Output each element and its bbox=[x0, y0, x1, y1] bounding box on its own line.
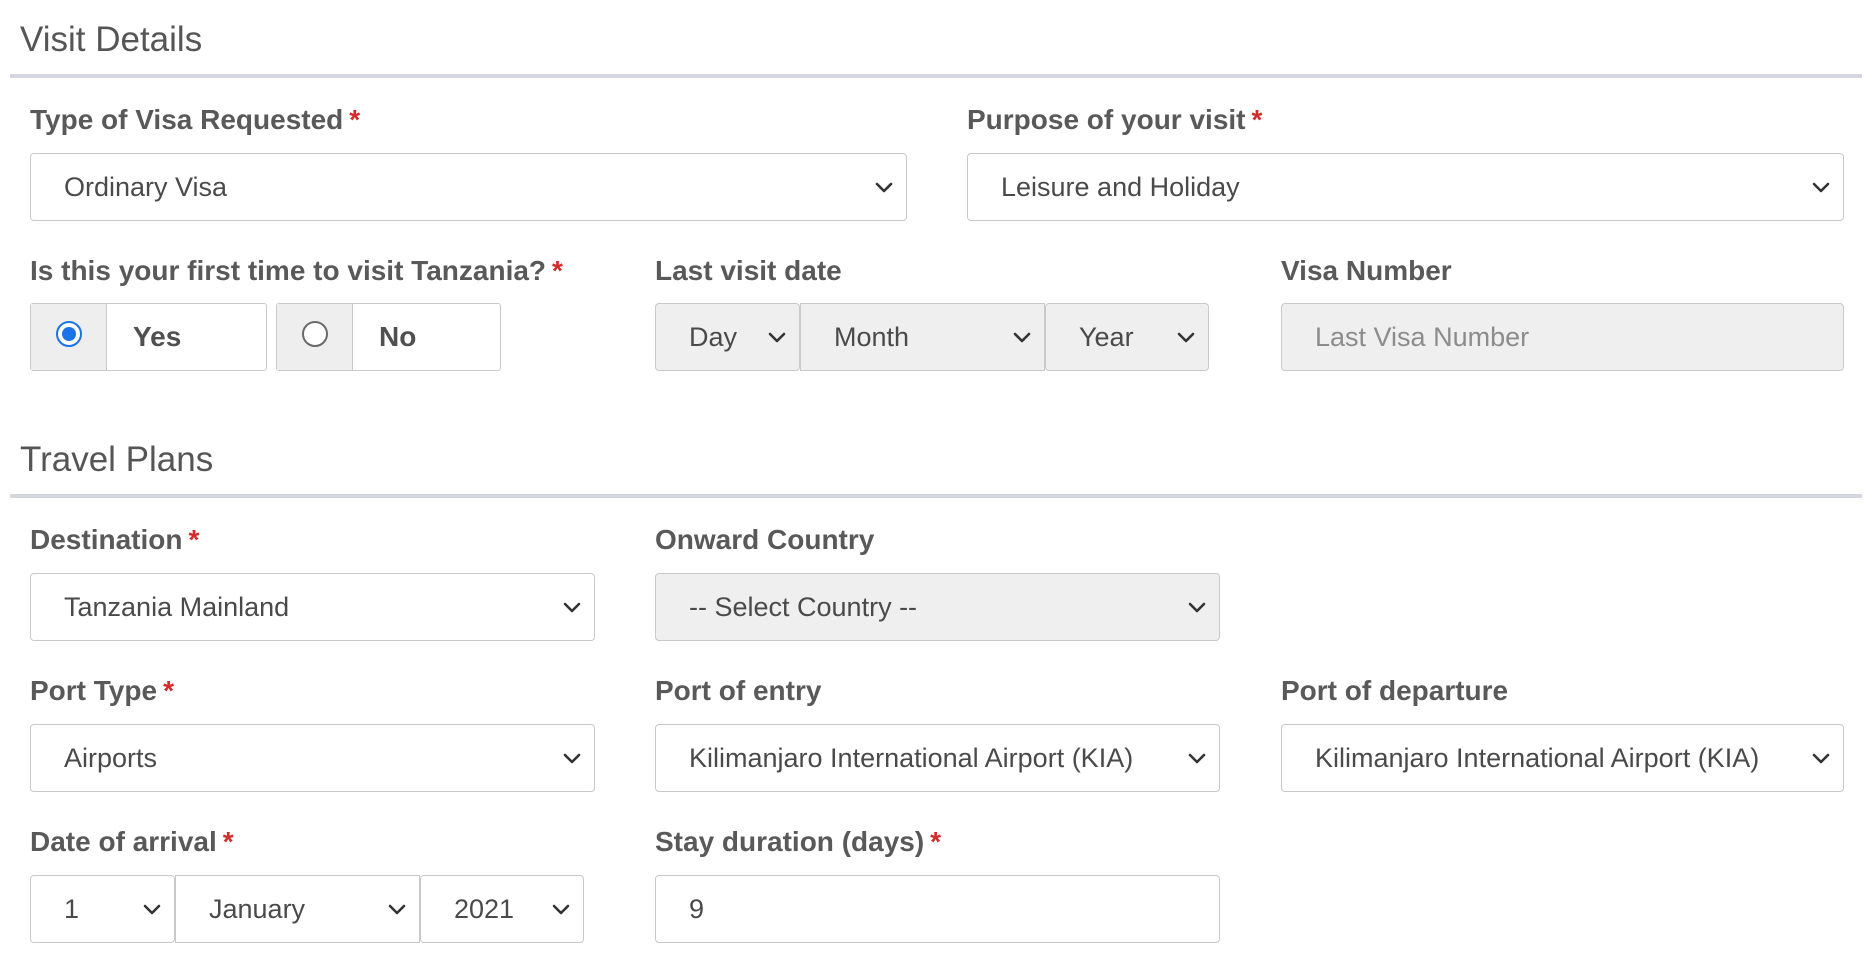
arrival-month-select[interactable]: January bbox=[175, 875, 420, 943]
destination-label: Destination * bbox=[30, 526, 199, 554]
chevron-down-icon bbox=[1174, 325, 1198, 349]
arrival-year-select[interactable]: 2021 bbox=[420, 875, 584, 943]
radio-unchecked-icon[interactable] bbox=[302, 321, 328, 347]
port-type-label: Port Type * bbox=[30, 677, 174, 705]
port-of-entry-select[interactable]: Kilimanjaro International Airport (KIA) bbox=[655, 724, 1220, 792]
last-visit-day-value: Day bbox=[689, 321, 738, 352]
first-time-no-label: No bbox=[379, 321, 417, 352]
visa-number-label: Visa Number bbox=[1281, 255, 1452, 286]
purpose-select[interactable]: Leisure and Holiday bbox=[967, 153, 1844, 221]
visa-type-label-text: Type of Visa Requested bbox=[30, 104, 344, 135]
port-type-label-text: Port Type bbox=[30, 675, 158, 706]
required-marker: * bbox=[222, 826, 234, 857]
chevron-down-icon bbox=[1809, 175, 1833, 199]
port-type-select[interactable]: Airports bbox=[30, 724, 595, 792]
required-marker: * bbox=[552, 255, 563, 286]
onward-country-select[interactable]: -- Select Country -- bbox=[655, 573, 1220, 641]
port-of-entry-label: Port of entry bbox=[655, 675, 822, 706]
last-visit-label: Last visit date bbox=[655, 255, 842, 286]
required-marker: * bbox=[163, 675, 174, 706]
visa-number-input[interactable]: Last Visa Number bbox=[1281, 303, 1844, 371]
first-time-label-text: Is this your first time to visit Tanzani… bbox=[30, 255, 547, 286]
destination-label-text: Destination bbox=[30, 524, 183, 555]
visa-type-label: Type of Visa Requested * bbox=[30, 106, 360, 134]
chevron-down-icon bbox=[765, 325, 789, 349]
port-of-departure-label: Port of departure bbox=[1281, 675, 1509, 706]
onward-country-label: Onward Country bbox=[655, 524, 875, 555]
purpose-value: Leisure and Holiday bbox=[1001, 171, 1240, 202]
section-title-travel-plans: Travel Plans bbox=[20, 440, 214, 479]
chevron-down-icon bbox=[140, 897, 164, 921]
required-marker: * bbox=[349, 104, 361, 135]
destination-value: Tanzania Mainland bbox=[64, 591, 290, 622]
required-marker: * bbox=[1251, 104, 1263, 135]
stay-duration-label: Stay duration (days) * bbox=[655, 828, 941, 856]
chevron-down-icon bbox=[1185, 746, 1209, 770]
last-visit-year-value: Year bbox=[1079, 321, 1134, 352]
chevron-down-icon bbox=[385, 897, 409, 921]
chevron-down-icon bbox=[1809, 746, 1833, 770]
port-of-departure-value: Kilimanjaro International Airport (KIA) bbox=[1315, 742, 1760, 773]
onward-country-value: -- Select Country -- bbox=[689, 591, 918, 622]
chevron-down-icon bbox=[1010, 325, 1034, 349]
visa-number-placeholder: Last Visa Number bbox=[1315, 321, 1530, 352]
first-time-yes-option[interactable]: Yes bbox=[30, 303, 267, 371]
last-visit-month-select[interactable]: Month bbox=[800, 303, 1045, 371]
purpose-label-text: Purpose of your visit bbox=[967, 104, 1246, 135]
required-marker: * bbox=[930, 826, 942, 857]
arrival-date-label-text: Date of arrival bbox=[30, 826, 217, 857]
destination-select[interactable]: Tanzania Mainland bbox=[30, 573, 595, 641]
port-of-entry-value: Kilimanjaro International Airport (KIA) bbox=[689, 742, 1134, 773]
arrival-date-label: Date of arrival * bbox=[30, 828, 234, 856]
last-visit-day-select[interactable]: Day bbox=[655, 303, 800, 371]
visa-type-value: Ordinary Visa bbox=[64, 171, 228, 202]
arrival-day-select[interactable]: 1 bbox=[30, 875, 175, 943]
visa-type-select[interactable]: Ordinary Visa bbox=[30, 153, 907, 221]
chevron-down-icon bbox=[560, 746, 584, 770]
stay-duration-value: 9 bbox=[689, 893, 705, 924]
arrival-month-value: January bbox=[209, 893, 306, 924]
section-divider bbox=[10, 74, 1862, 78]
last-visit-month-value: Month bbox=[834, 321, 910, 352]
radio-box bbox=[277, 304, 353, 370]
stay-duration-label-text: Stay duration (days) bbox=[655, 826, 925, 857]
chevron-down-icon bbox=[560, 595, 584, 619]
first-time-label: Is this your first time to visit Tanzani… bbox=[30, 257, 563, 285]
stay-duration-input[interactable]: 9 bbox=[655, 875, 1220, 943]
port-of-departure-select[interactable]: Kilimanjaro International Airport (KIA) bbox=[1281, 724, 1844, 792]
required-marker: * bbox=[188, 524, 200, 555]
radio-checked-icon[interactable] bbox=[56, 321, 82, 347]
section-divider bbox=[10, 494, 1862, 498]
chevron-down-icon bbox=[1185, 595, 1209, 619]
chevron-down-icon bbox=[872, 175, 896, 199]
purpose-label: Purpose of your visit * bbox=[967, 106, 1262, 134]
section-title-visit-details: Visit Details bbox=[20, 20, 203, 59]
last-visit-year-select[interactable]: Year bbox=[1045, 303, 1209, 371]
first-time-yes-label: Yes bbox=[133, 321, 182, 352]
arrival-day-value: 1 bbox=[64, 893, 80, 924]
arrival-year-value: 2021 bbox=[454, 893, 515, 924]
port-type-value: Airports bbox=[64, 742, 158, 773]
first-time-no-option[interactable]: No bbox=[276, 303, 501, 371]
chevron-down-icon bbox=[549, 897, 573, 921]
radio-box bbox=[31, 304, 107, 370]
